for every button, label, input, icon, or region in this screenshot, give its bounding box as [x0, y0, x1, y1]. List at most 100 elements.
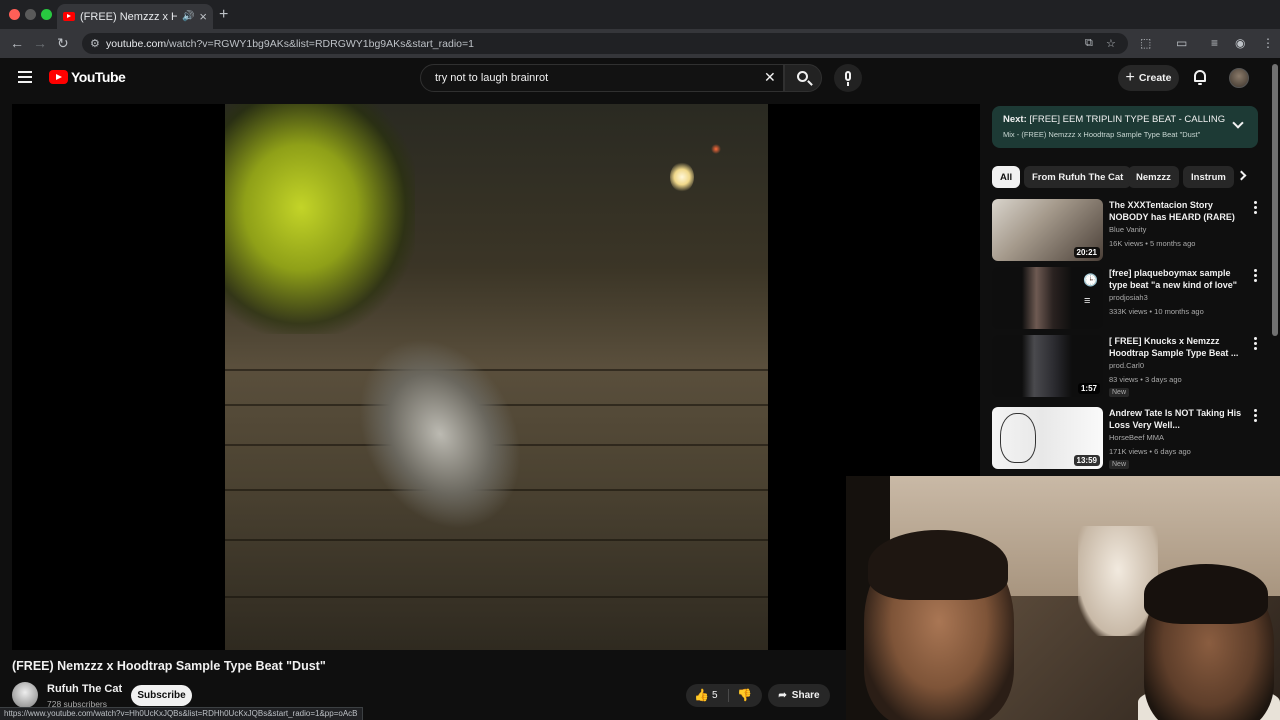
- browser-tab[interactable]: (FREE) Nemzzz x Hoodtrap Sample Type Bea…: [57, 4, 213, 29]
- install-app-icon[interactable]: ⧉: [1085, 37, 1093, 50]
- forward-arrow-icon[interactable]: →: [33, 35, 47, 51]
- chip-from-channel[interactable]: From Rufuh The Cat: [1024, 166, 1132, 188]
- recommendation-channel[interactable]: HorseBeef MMA: [1109, 433, 1164, 442]
- recommendation-title[interactable]: Andrew Tate Is NOT Taking His Loss Very …: [1109, 407, 1247, 431]
- recommendation-title[interactable]: The XXXTentacion Story NOBODY has HEARD …: [1109, 199, 1247, 223]
- more-options-icon[interactable]: [1250, 269, 1260, 283]
- share-arrow-icon: ➦: [778, 690, 787, 701]
- share-button[interactable]: ➦ Share: [768, 684, 830, 707]
- video-thumbnail[interactable]: 13:59: [992, 407, 1103, 469]
- video-thumbnail[interactable]: 20:21: [992, 199, 1103, 261]
- video-duration: 20:21: [1073, 247, 1100, 258]
- recommendation-item[interactable]: 🕒 ≡ [free] plaqueboymax sample type beat…: [992, 267, 1264, 331]
- up-next-title: [FREE] EEM TRIPLIN TYPE BEAT - CALLING: [1029, 114, 1226, 125]
- create-button[interactable]: + Create: [1118, 65, 1179, 91]
- recommendation-item[interactable]: 13:59 Andrew Tate Is NOT Taking His Loss…: [992, 407, 1264, 471]
- new-tab-button[interactable]: +: [219, 6, 228, 24]
- reading-list-icon[interactable]: ≡: [1211, 36, 1218, 50]
- user-avatar[interactable]: [1229, 68, 1249, 88]
- hamburger-menu-icon[interactable]: [18, 71, 32, 83]
- recommendation-channel[interactable]: prod.Carl0: [1109, 361, 1144, 370]
- extensions-icon[interactable]: ⬚: [1140, 36, 1151, 50]
- tab-title: (FREE) Nemzzz x Hoodtrap Sample Type Bea…: [80, 10, 177, 23]
- voice-search-button[interactable]: [834, 64, 862, 92]
- clear-search-icon[interactable]: ✕: [764, 70, 776, 84]
- meme-face-drawing: [1000, 413, 1036, 463]
- recommendation-item[interactable]: 1:57 [ FREE] Knucks x Nemzzz Hoodtrap Sa…: [992, 335, 1264, 399]
- site-settings-icon[interactable]: ⚙: [90, 37, 100, 50]
- audio-playing-icon[interactable]: 🔊: [182, 11, 194, 22]
- video-duration: 13:59: [1073, 455, 1100, 466]
- new-badge: New: [1109, 460, 1130, 469]
- recommendation-meta: 16K views • 5 months ago: [1109, 239, 1196, 248]
- video-thumbnail[interactable]: 1:57: [992, 335, 1103, 397]
- close-window-button[interactable]: [9, 9, 20, 20]
- page-scrollbar[interactable]: [1272, 64, 1278, 336]
- tail-light-image: [711, 144, 721, 154]
- address-bar[interactable]: ⚙ youtube.com/watch?v=RGWY1bg9AKs&list=R…: [82, 33, 1128, 54]
- notifications-bell-icon[interactable]: [1193, 70, 1207, 86]
- profile-icon[interactable]: ◉: [1235, 36, 1245, 50]
- webcam-hair-left: [868, 530, 1008, 600]
- bookmark-star-icon[interactable]: ☆: [1106, 37, 1116, 50]
- subscribe-button[interactable]: Subscribe: [131, 685, 192, 706]
- youtube-play-logo-icon: [49, 70, 68, 84]
- up-next-panel[interactable]: Next: [FREE] EEM TRIPLIN TYPE BEAT - CAL…: [992, 106, 1258, 148]
- chevron-down-icon[interactable]: [1232, 117, 1244, 129]
- youtube-header: YouTube try not to laugh brainrot ✕ + Cr…: [0, 58, 1280, 98]
- url-path: /watch?v=RGWY1bg9AKs&list=RDRGWY1bg9AKs&…: [166, 37, 474, 50]
- shoe-image: [326, 310, 554, 558]
- dislike-thumbs-down-icon[interactable]: 👎: [737, 688, 752, 702]
- maximize-window-button[interactable]: [41, 9, 52, 20]
- search-icon: [797, 71, 808, 82]
- recommendation-meta: 171K views • 6 days ago: [1109, 447, 1191, 456]
- status-bar-url: https://www.youtube.com/watch?v=Hh0UcKxJ…: [0, 707, 363, 720]
- video-player[interactable]: [12, 104, 980, 650]
- search-input[interactable]: try not to laugh brainrot: [420, 64, 784, 92]
- recommendation-channel[interactable]: Blue Vanity: [1109, 225, 1146, 234]
- recommendation-meta: 333K views • 10 months ago: [1109, 307, 1204, 316]
- search-button[interactable]: [784, 64, 822, 92]
- url-host: youtube.com: [106, 37, 167, 50]
- close-tab-icon[interactable]: ×: [199, 9, 207, 24]
- chip-all[interactable]: All: [992, 166, 1021, 188]
- browser-menu-icon[interactable]: ⋮: [1262, 36, 1274, 50]
- chip-instrumental[interactable]: Instrum: [1183, 166, 1234, 188]
- like-thumbs-up-icon[interactable]: 👍: [694, 688, 709, 702]
- recommendation-title[interactable]: [free] plaqueboymax sample type beat "a …: [1109, 267, 1247, 293]
- video-duration: 1:57: [1077, 383, 1100, 394]
- recommendation-channel[interactable]: prodjosiah3: [1109, 293, 1148, 302]
- back-arrow-icon[interactable]: ←: [10, 35, 24, 51]
- reload-icon[interactable]: ↻: [57, 35, 69, 51]
- cast-icon[interactable]: ▭: [1176, 36, 1187, 50]
- like-dislike-group: 👍 5 👎: [686, 684, 762, 707]
- more-options-icon[interactable]: [1250, 409, 1260, 423]
- up-next-mix-title: Mix - (FREE) Nemzzz x Hoodtrap Sample Ty…: [1003, 130, 1201, 139]
- palm-frond-image: [225, 104, 415, 334]
- browser-tab-strip: (FREE) Nemzzz x Hoodtrap Sample Type Bea…: [0, 0, 1280, 29]
- up-next-line: Next: [FREE] EEM TRIPLIN TYPE BEAT - CAL…: [1003, 114, 1225, 125]
- share-label: Share: [791, 690, 820, 701]
- channel-avatar[interactable]: [12, 682, 38, 708]
- add-to-queue-icon[interactable]: ≡: [1084, 295, 1090, 307]
- channel-name[interactable]: Rufuh The Cat: [47, 683, 122, 695]
- more-options-icon[interactable]: [1250, 201, 1260, 215]
- like-count: 5: [712, 690, 718, 701]
- watch-later-clock-icon[interactable]: 🕒: [1083, 273, 1098, 287]
- plus-icon: +: [1125, 69, 1135, 86]
- headlight-image: [670, 162, 694, 192]
- new-badge: New: [1109, 388, 1130, 397]
- minimize-window-button[interactable]: [25, 9, 36, 20]
- like-divider: [728, 689, 729, 702]
- recommendation-title[interactable]: [ FREE] Knucks x Nemzzz Hoodtrap Sample …: [1109, 335, 1247, 359]
- youtube-logo[interactable]: YouTube: [49, 69, 126, 85]
- video-thumbnail[interactable]: 🕒 ≡: [992, 267, 1103, 329]
- recommendation-item[interactable]: 20:21 The XXXTentacion Story NOBODY has …: [992, 199, 1264, 263]
- youtube-favicon-icon: [63, 12, 75, 21]
- webcam-hair-right: [1144, 564, 1268, 624]
- browser-toolbar: ← → ↻ ⚙ youtube.com/watch?v=RGWY1bg9AKs&…: [0, 29, 1280, 58]
- video-frame[interactable]: [225, 104, 768, 650]
- chip-nemzzz[interactable]: Nemzzz: [1128, 166, 1179, 188]
- up-next-prefix: Next:: [1003, 114, 1027, 125]
- more-options-icon[interactable]: [1250, 337, 1260, 351]
